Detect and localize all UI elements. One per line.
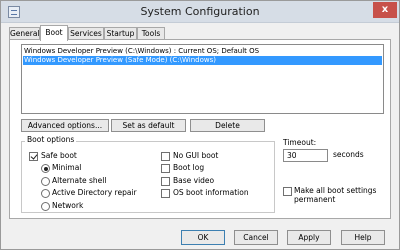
boot-entries-list[interactable]: Windows Developer Preview (C:\Windows) :… [21,44,384,114]
delete-button[interactable]: Delete [190,119,265,132]
safe-boot-checkbox[interactable] [29,152,38,161]
network-radio[interactable] [41,202,50,211]
base-video-label[interactable]: Base video [173,176,214,186]
close-button[interactable]: x [373,2,397,18]
make-permanent-checkbox[interactable] [283,187,292,196]
ok-button[interactable]: OK [181,230,225,245]
minimal-radio[interactable] [41,164,50,173]
minimal-label[interactable]: Minimal [52,163,81,173]
tab-boot[interactable]: Boot [40,25,68,41]
boot-log-checkbox[interactable] [161,164,170,173]
cancel-button[interactable]: Cancel [234,230,278,245]
boot-entry-safe-mode[interactable]: Windows Developer Preview (Safe Mode) (C… [23,56,382,65]
apply-button[interactable]: Apply [287,230,331,245]
alternate-shell-radio[interactable] [41,177,50,186]
boot-entry-current[interactable]: Windows Developer Preview (C:\Windows) :… [23,47,382,56]
alternate-shell-label[interactable]: Alternate shell [52,176,106,186]
advanced-options-button[interactable]: Advanced options... [21,119,109,132]
base-video-checkbox[interactable] [161,177,170,186]
boot-options-title: Boot options [25,135,77,144]
timeout-input[interactable]: 30 [283,149,328,162]
active-directory-repair-label[interactable]: Active Directory repair [52,188,137,198]
network-label[interactable]: Network [52,201,83,211]
help-button[interactable]: Help [341,230,385,245]
os-boot-information-label[interactable]: OS boot information [173,188,249,198]
os-boot-information-checkbox[interactable] [161,189,170,198]
set-as-default-button[interactable]: Set as default [111,119,186,132]
system-configuration-window: System Configuration x General Boot Serv… [0,0,400,250]
no-gui-boot-label[interactable]: No GUI boot [173,151,218,161]
boot-log-label[interactable]: Boot log [173,163,204,173]
safe-boot-label[interactable]: Safe boot [41,151,77,161]
window-title: System Configuration [140,5,260,18]
no-gui-boot-checkbox[interactable] [161,152,170,161]
active-directory-repair-radio[interactable] [41,189,50,198]
make-permanent-label-line2[interactable]: permanent [294,195,335,205]
title-bar[interactable]: System Configuration x [1,1,399,23]
timeout-unit-label: seconds [333,150,364,159]
timeout-label: Timeout: [283,138,317,147]
